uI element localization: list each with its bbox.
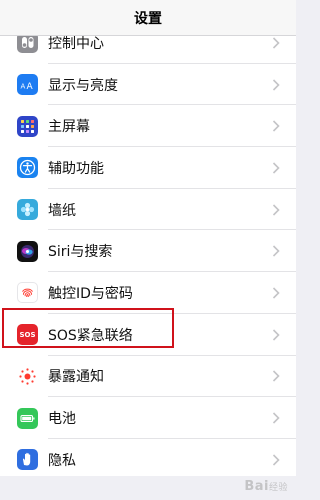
wallpaper-icon: [17, 199, 38, 221]
settings-item-siri-search[interactable]: Siri与搜索: [0, 230, 296, 273]
exposure-notification-icon: [17, 365, 38, 387]
settings-item-label: Siri与搜索: [48, 244, 113, 261]
settings-item-home-screen[interactable]: 主屏幕: [0, 105, 296, 148]
display-brightness-icon: A A: [17, 74, 38, 96]
settings-item-display-brightness[interactable]: A A 显示与亮度: [0, 64, 296, 106]
chevron-right-icon: [272, 370, 280, 382]
chevron-right-icon: [272, 245, 280, 257]
settings-list: 控制中心 A A 显示与亮度 主屏幕 辅助功能 墙纸 Siri与搜索 触控ID与…: [0, 22, 296, 481]
svg-text:A: A: [21, 83, 26, 91]
chevron-right-icon: [272, 120, 280, 132]
settings-item-label: 主屏幕: [48, 119, 90, 136]
settings-item-label: 电池: [48, 411, 76, 428]
chevron-right-icon: [272, 162, 280, 174]
svg-text:A: A: [27, 82, 34, 92]
siri-icon: [17, 240, 38, 262]
page-title: 设置: [134, 10, 162, 27]
settings-item-label: 显示与亮度: [48, 77, 118, 94]
navigation-bar: 设置: [0, 0, 296, 36]
settings-item-wallpaper[interactable]: 墙纸: [0, 189, 296, 231]
settings-item-accessibility[interactable]: 辅助功能: [0, 147, 296, 189]
settings-item-label: 隐私: [48, 452, 76, 469]
settings-item-label: 辅助功能: [48, 160, 104, 177]
settings-item-battery[interactable]: 电池: [0, 397, 296, 439]
chevron-right-icon: [272, 287, 280, 299]
battery-icon: [17, 407, 38, 429]
chevron-right-icon: [272, 454, 280, 466]
settings-item-label: 墙纸: [48, 202, 76, 219]
watermark: Bai经验: [244, 479, 288, 494]
chevron-right-icon: [272, 329, 280, 341]
watermark-sub: 经验: [268, 483, 288, 493]
settings-item-label: 暴露通知: [48, 369, 104, 386]
privacy-hand-icon: [17, 449, 38, 471]
chevron-right-icon: [272, 78, 280, 91]
settings-item-label: 触控ID与密码: [48, 285, 133, 302]
highlight-annotation-box: [2, 308, 174, 348]
chevron-right-icon: [272, 204, 280, 216]
touch-id-icon: [17, 282, 38, 304]
settings-item-privacy[interactable]: 隐私: [0, 439, 296, 481]
watermark-text: Bai: [244, 479, 269, 494]
accessibility-icon: [17, 157, 38, 179]
home-screen-icon: [17, 115, 38, 137]
chevron-right-icon: [272, 412, 280, 424]
chevron-right-icon: [272, 37, 280, 49]
settings-item-exposure-notifications[interactable]: 暴露通知: [0, 356, 296, 398]
